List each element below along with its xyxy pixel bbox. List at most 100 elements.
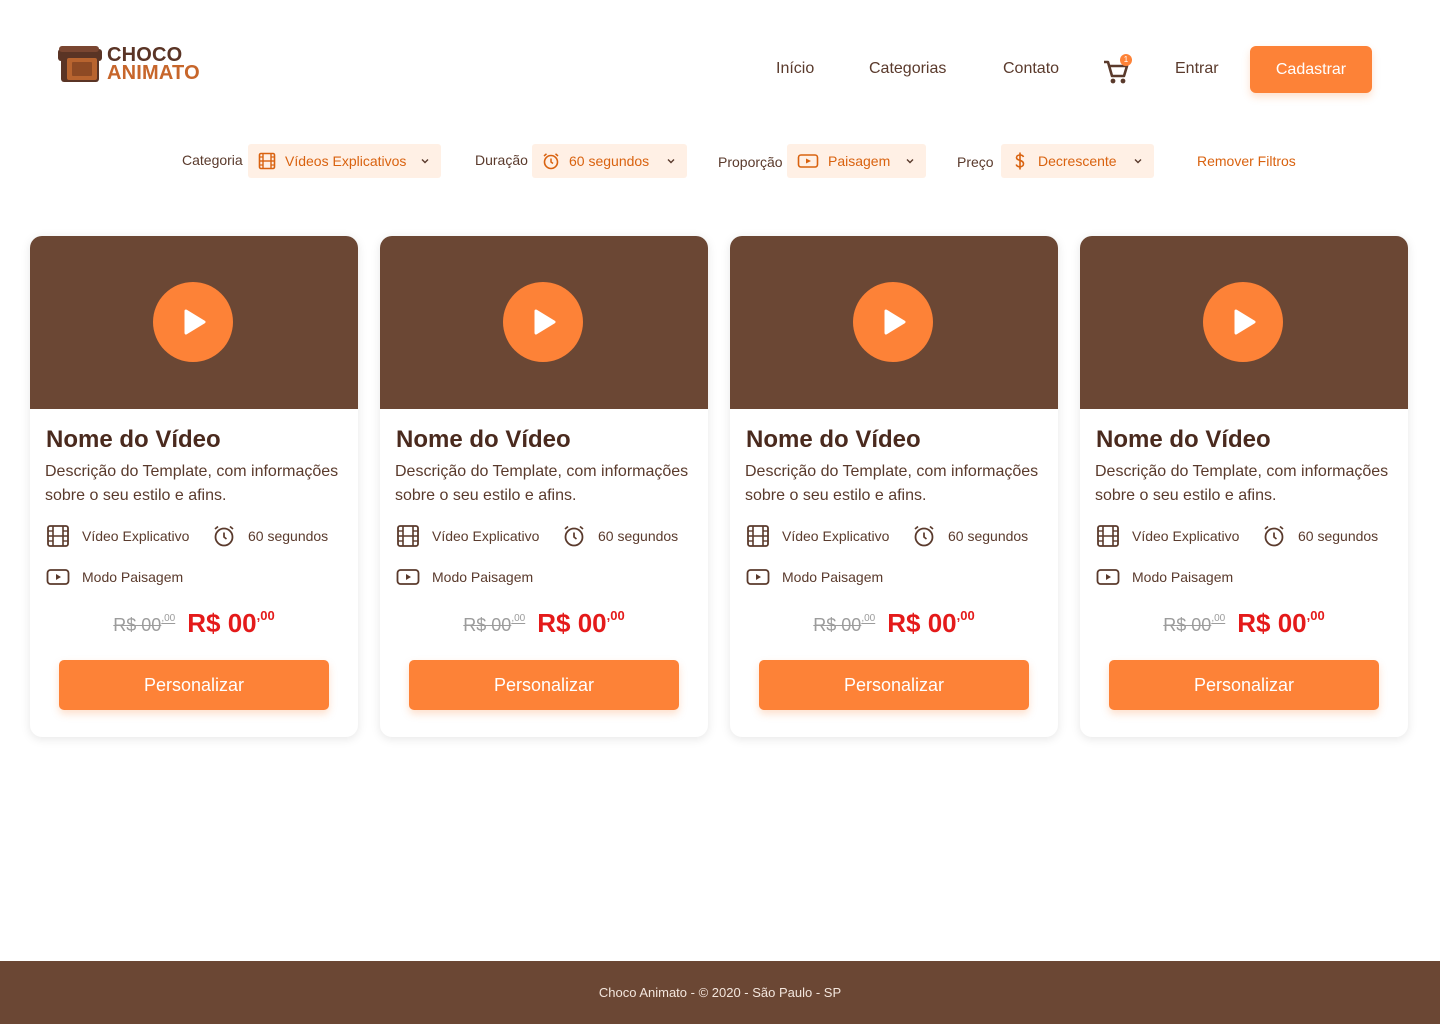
video-mode-label: Modo Paisagem [432,569,534,585]
new-price-value: R$ 00 [187,608,257,638]
video-type-label: Vídeo Explicativo [1132,528,1240,544]
customize-button[interactable]: Personalizar [409,660,679,710]
video-thumbnail[interactable] [30,236,358,409]
play-icon [534,309,556,335]
chocolate-logo-icon [57,44,103,84]
video-duration-label: 60 segundos [248,528,329,544]
play-button[interactable] [853,282,933,362]
new-price: R$ 00,00 [887,608,974,639]
alarm-clock-icon [912,524,936,548]
alarm-clock-icon [1262,524,1286,548]
video-thumbnail[interactable] [1080,236,1408,409]
customize-button[interactable]: Personalizar [59,660,329,710]
video-description: Descrição do Template, com informações s… [1095,463,1389,504]
video-title: Nome do Vídeo [1096,426,1271,453]
film-icon [46,524,70,548]
video-duration: 60 segundos [912,524,1028,548]
film-icon [258,152,276,170]
old-price: R$ 00,00 [113,613,175,636]
footer-text: Choco Animato - © 2020 - São Paulo - SP [598,985,842,1000]
video-mode: Modo Paisagem [396,565,533,589]
play-icon [1234,309,1256,335]
play-button[interactable] [1203,282,1283,362]
film-icon [746,524,770,548]
chevron-down-icon [665,155,677,167]
filter-price-value: Decrescente [1038,153,1117,169]
filter-category-label: Categoria [182,152,243,168]
play-button[interactable] [503,282,583,362]
video-mode-label: Modo Paisagem [782,569,884,585]
video-title: Nome do Vídeo [396,426,571,453]
play-button[interactable] [153,282,233,362]
old-price: R$ 00,00 [463,613,526,636]
new-price-cents: ,00 [256,608,275,623]
dollar-icon [1011,152,1029,170]
new-price-value: R$ 00 [537,608,607,638]
old-price-value: R$ 00 [1163,615,1212,635]
video-type: Vídeo Explicativo [1096,524,1239,548]
video-title: Nome do Vídeo [46,426,221,453]
video-frame-icon [797,152,819,170]
old-price: R$ 00,00 [813,613,875,636]
signup-button[interactable]: Cadastrar [1250,46,1372,93]
nav-categories-link[interactable]: Categorias [869,60,946,78]
video-frame-icon [746,565,770,589]
alarm-clock-icon [212,524,236,548]
new-price-value: R$ 00 [887,608,957,638]
customize-button[interactable]: Personalizar [759,660,1029,710]
video-thumbnail[interactable] [730,236,1058,409]
cart-button[interactable]: 1 [1102,54,1132,86]
new-price-cents: ,00 [606,608,625,623]
video-type: Vídeo Explicativo [396,524,539,548]
brand-line-2: ANIMATO [107,62,200,84]
filter-ratio-label: Proporção [718,154,783,170]
cart-count-badge: 1 [1120,54,1132,66]
video-type: Vídeo Explicativo [46,524,189,548]
new-price-value: R$ 00 [1237,608,1307,638]
new-price: R$ 00,00 [1237,608,1324,639]
price-row: R$ 00,00 R$ 00,00 [380,608,708,639]
video-type-label: Vídeo Explicativo [82,528,190,544]
price-row: R$ 00,00 R$ 00,00 [730,608,1058,639]
video-frame-icon [396,565,420,589]
filter-category-select[interactable]: Vídeos Explicativos [248,144,441,178]
filter-ratio-value: Paisagem [828,153,891,169]
chevron-down-icon [1132,155,1144,167]
video-description: Descrição do Template, com informações s… [745,463,1039,504]
nav-home-link[interactable]: Início [776,60,814,78]
video-title: Nome do Vídeo [746,426,921,453]
filter-category-value: Vídeos Explicativos [285,153,407,169]
nav-contact-link[interactable]: Contato [1003,60,1059,78]
header: CHOCO ANIMATO Início Categorias Contato … [0,0,1440,140]
video-duration-label: 60 segundos [598,528,679,544]
video-duration-label: 60 segundos [1298,528,1379,544]
video-thumbnail[interactable] [380,236,708,409]
filter-ratio-select[interactable]: Paisagem [787,144,926,178]
old-price-value: R$ 00 [813,615,862,635]
new-price-cents: ,00 [1306,608,1325,623]
old-price-cents: ,00 [511,613,526,624]
filter-price-select[interactable]: Decrescente [1001,144,1154,178]
price-row: R$ 00,00 R$ 00,00 [1080,608,1408,639]
alarm-clock-icon [562,524,586,548]
video-card: Nome do Vídeo Descrição do Template, com… [1080,236,1408,737]
video-mode: Modo Paisagem [46,565,183,589]
new-price: R$ 00,00 [187,608,274,639]
video-type-label: Vídeo Explicativo [782,528,890,544]
video-card: Nome do Vídeo Descrição do Template, com… [380,236,708,737]
play-icon [184,309,206,335]
login-link[interactable]: Entrar [1175,60,1219,78]
customize-button[interactable]: Personalizar [1109,660,1379,710]
video-frame-icon [1096,565,1120,589]
new-price: R$ 00,00 [537,608,624,639]
filter-price-label: Preço [957,154,994,170]
logo[interactable]: CHOCO ANIMATO [57,44,200,84]
remove-filters-link[interactable]: Remover Filtros [1197,153,1296,169]
video-mode: Modo Paisagem [746,565,883,589]
old-price-value: R$ 00 [463,615,512,635]
filter-duration-select[interactable]: 60 segundos [532,144,687,178]
alarm-clock-icon [542,152,560,170]
film-icon [1096,524,1120,548]
brand-wordmark: CHOCO ANIMATO [107,45,200,84]
play-icon [884,309,906,335]
